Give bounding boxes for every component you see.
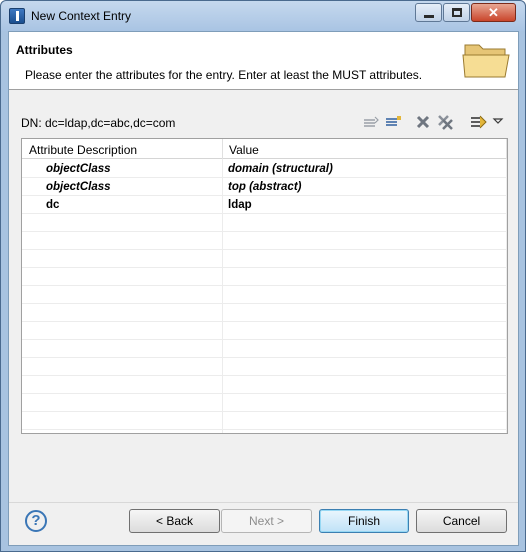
folder-icon xyxy=(461,37,513,81)
delete-all-button[interactable] xyxy=(435,113,455,131)
new-attribute-button[interactable] xyxy=(361,113,381,131)
table-header: Attribute Description Value xyxy=(22,139,507,159)
column-header-attribute[interactable]: Attribute Description xyxy=(29,143,137,157)
empty-row xyxy=(22,250,507,268)
empty-row xyxy=(22,376,507,394)
value-cell[interactable]: ldap xyxy=(228,199,252,211)
dialog-client: Attributes Please enter the attributes f… xyxy=(8,31,519,546)
empty-row xyxy=(22,214,507,232)
app-icon xyxy=(9,8,25,24)
back-button[interactable]: < Back xyxy=(129,509,220,533)
attribute-cell[interactable]: dc xyxy=(46,199,59,211)
page-title: Attributes xyxy=(16,43,73,57)
column-header-value[interactable]: Value xyxy=(229,143,259,157)
empty-row xyxy=(22,412,507,430)
empty-row xyxy=(22,232,507,250)
value-cell[interactable]: top (abstract) xyxy=(228,181,301,193)
view-menu-chevron-icon xyxy=(492,118,504,124)
page-description: Please enter the attributes for the entr… xyxy=(25,68,423,82)
attribute-cell[interactable]: objectClass xyxy=(46,163,111,175)
delete-all-icon xyxy=(438,115,453,130)
attribute-cell[interactable]: objectClass xyxy=(46,181,111,193)
column-resize-handle[interactable] xyxy=(222,139,223,159)
wizard-banner: Attributes Please enter the attributes f… xyxy=(9,32,518,90)
empty-row xyxy=(22,286,507,304)
help-icon[interactable]: ? xyxy=(25,510,47,532)
empty-row xyxy=(22,340,507,358)
new-value-button[interactable] xyxy=(383,113,403,131)
attributes-table[interactable]: Attribute Description Value objectClass … xyxy=(21,138,508,434)
footer-separator xyxy=(9,502,518,503)
minimize-icon xyxy=(424,15,434,18)
table-row[interactable]: objectClass domain (structural) xyxy=(22,160,507,178)
delete-icon xyxy=(416,115,430,129)
dn-row: DN: dc=ldap,dc=abc,dc=com xyxy=(9,112,518,132)
empty-row xyxy=(22,268,507,286)
delete-button[interactable] xyxy=(413,113,433,131)
column-resize-handle[interactable] xyxy=(506,139,507,159)
finish-button[interactable]: Finish xyxy=(319,509,409,533)
table-body: objectClass domain (structural) objectCl… xyxy=(22,160,507,430)
empty-row xyxy=(22,358,507,376)
maximize-icon xyxy=(452,8,462,17)
cancel-button[interactable]: Cancel xyxy=(416,509,507,533)
title-bar[interactable]: New Context Entry ✕ xyxy=(1,1,525,31)
close-button[interactable]: ✕ xyxy=(471,3,516,22)
dialog-window: New Context Entry ✕ Attributes Please en… xyxy=(0,0,526,552)
maximize-button[interactable] xyxy=(443,3,470,22)
view-menu-button[interactable] xyxy=(491,113,505,131)
table-row[interactable]: dc ldap xyxy=(22,196,507,214)
window-title: New Context Entry xyxy=(31,9,132,23)
dn-label: DN: dc=ldap,dc=abc,dc=com xyxy=(21,116,176,130)
new-attribute-icon xyxy=(364,116,379,127)
value-cell[interactable]: domain (structural) xyxy=(228,163,333,175)
close-icon: ✕ xyxy=(488,5,499,20)
minimize-button[interactable] xyxy=(415,3,442,22)
show-operational-icon xyxy=(471,115,487,129)
new-value-icon xyxy=(386,116,401,126)
empty-row xyxy=(22,304,507,322)
table-row[interactable]: objectClass top (abstract) xyxy=(22,178,507,196)
empty-row xyxy=(22,322,507,340)
show-operational-button[interactable] xyxy=(469,113,489,131)
next-button[interactable]: Next > xyxy=(221,509,312,533)
empty-row xyxy=(22,394,507,412)
